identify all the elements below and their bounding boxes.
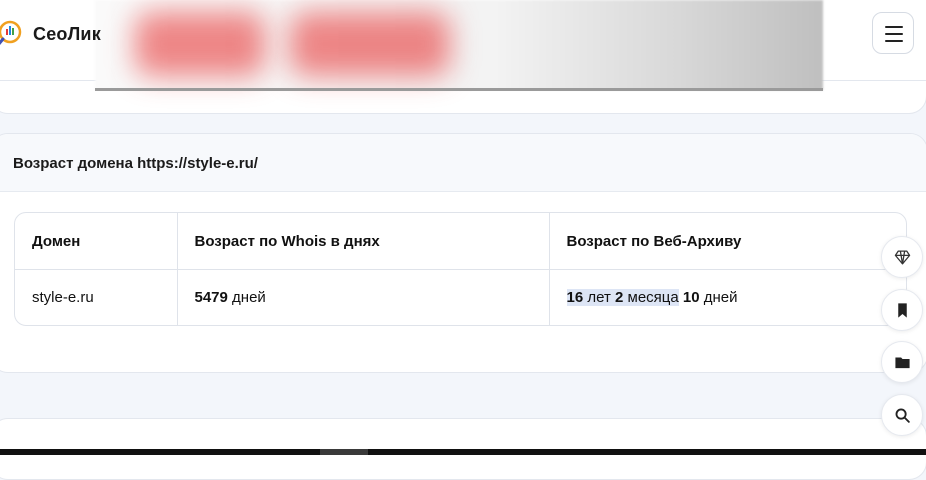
- logo-text[interactable]: СеоЛик: [33, 24, 101, 45]
- archive-years-value: 16: [566, 289, 584, 306]
- scroll-handle[interactable]: [320, 449, 368, 455]
- site-header: СеоЛик: [0, 0, 926, 91]
- hamburger-icon-line: [885, 33, 903, 35]
- table-header-row: Домен Возраст по Whois в днях Возраст по…: [15, 213, 906, 270]
- whois-days-unit: дней: [232, 289, 266, 306]
- archive-years-unit: лет: [587, 289, 611, 306]
- column-header-archive: Возраст по Веб-Архиву: [549, 213, 906, 270]
- bookmark-button[interactable]: [881, 289, 923, 331]
- card-title: Возраст домена https://style-e.ru/: [13, 155, 258, 172]
- search-icon: [895, 408, 910, 423]
- table-row: style-e.ru 5479 дней 16 лет 2 месяца 10 …: [15, 269, 906, 326]
- domain-age-card: Возраст домена https://style-e.ru/ Домен…: [0, 133, 926, 373]
- blurred-banner-button: [290, 12, 450, 76]
- archive-days-value: 10: [682, 289, 700, 306]
- archive-months-unit: месяца: [627, 289, 679, 306]
- folder-button[interactable]: [881, 341, 923, 383]
- column-header-whois: Возраст по Whois в днях: [177, 213, 550, 270]
- card-header: Возраст домена https://style-e.ru/: [0, 134, 926, 192]
- domain-value: style-e.ru: [32, 289, 94, 306]
- diamond-icon: [894, 250, 911, 265]
- archive-months-value: 2: [615, 289, 624, 306]
- folder-icon: [895, 357, 910, 369]
- hamburger-icon-line: [885, 40, 903, 42]
- banner-divider: [95, 88, 823, 91]
- selected-text: 16 лет 2 месяца: [566, 289, 679, 306]
- search-button[interactable]: [881, 394, 923, 436]
- column-header-domain: Домен: [15, 213, 178, 270]
- domain-age-table: Домен Возраст по Whois в днях Возраст по…: [14, 212, 907, 326]
- whois-days-value: 5479: [194, 289, 228, 306]
- bottom-bar: [0, 449, 926, 455]
- archive-days-unit: дней: [703, 289, 738, 306]
- premium-button[interactable]: [881, 236, 923, 278]
- domain-cell: style-e.ru: [15, 269, 178, 325]
- archive-age-cell: 16 лет 2 месяца 10 дней: [549, 270, 906, 326]
- logo-icon[interactable]: [0, 20, 22, 46]
- bookmark-icon: [898, 303, 907, 318]
- menu-button[interactable]: [872, 12, 914, 54]
- hamburger-icon: [885, 26, 903, 28]
- blurred-banner-button: [135, 12, 265, 76]
- whois-age-cell: 5479 дней: [177, 269, 550, 325]
